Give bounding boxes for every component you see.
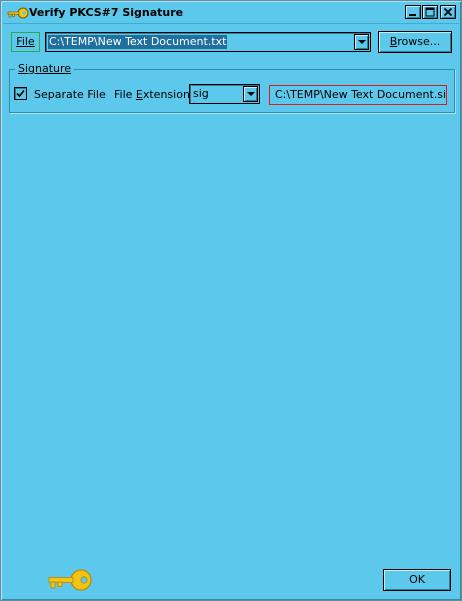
close-icon <box>443 7 453 17</box>
chevron-down-icon <box>247 92 255 96</box>
file-extension-value[interactable]: sig <box>193 87 209 101</box>
key-icon <box>7 7 29 19</box>
file-extension-label: File Extension <box>114 88 190 101</box>
ok-button[interactable]: OK <box>383 569 451 591</box>
checkmark-icon <box>16 89 25 98</box>
chevron-down-icon <box>358 40 366 44</box>
file-path-value[interactable]: C:\TEMP\New Text Document.txt <box>48 35 228 49</box>
file-extension-dropdown-button[interactable] <box>243 86 258 102</box>
file-button-label: File <box>16 35 35 48</box>
signature-group-label: Signature <box>15 62 75 75</box>
verify-signature-window: Verify PKCS#7 Signature File C:\TEMP\New… <box>0 0 462 601</box>
minimize-icon <box>409 14 416 16</box>
separate-file-checkbox[interactable] <box>14 87 27 100</box>
maximize-icon <box>425 7 435 17</box>
file-path-combo[interactable]: C:\TEMP\New Text Document.txt <box>45 32 371 52</box>
key-icon <box>48 569 92 591</box>
browse-button[interactable]: Browse... <box>378 31 452 53</box>
window-title: Verify PKCS#7 Signature <box>29 6 184 19</box>
file-button[interactable]: File <box>11 32 40 52</box>
minimize-button[interactable] <box>405 5 421 19</box>
close-button[interactable] <box>440 5 456 19</box>
file-path-dropdown-button[interactable] <box>354 34 369 50</box>
maximize-button[interactable] <box>422 5 438 19</box>
title-bar[interactable]: Verify PKCS#7 Signature <box>3 3 459 24</box>
signature-file-path-field[interactable]: C:\TEMP\New Text Document.sig <box>269 85 447 105</box>
browse-button-label: Browse... <box>389 35 441 48</box>
file-extension-combo[interactable]: sig <box>189 84 260 104</box>
separate-file-label[interactable]: Separate File <box>34 88 106 101</box>
